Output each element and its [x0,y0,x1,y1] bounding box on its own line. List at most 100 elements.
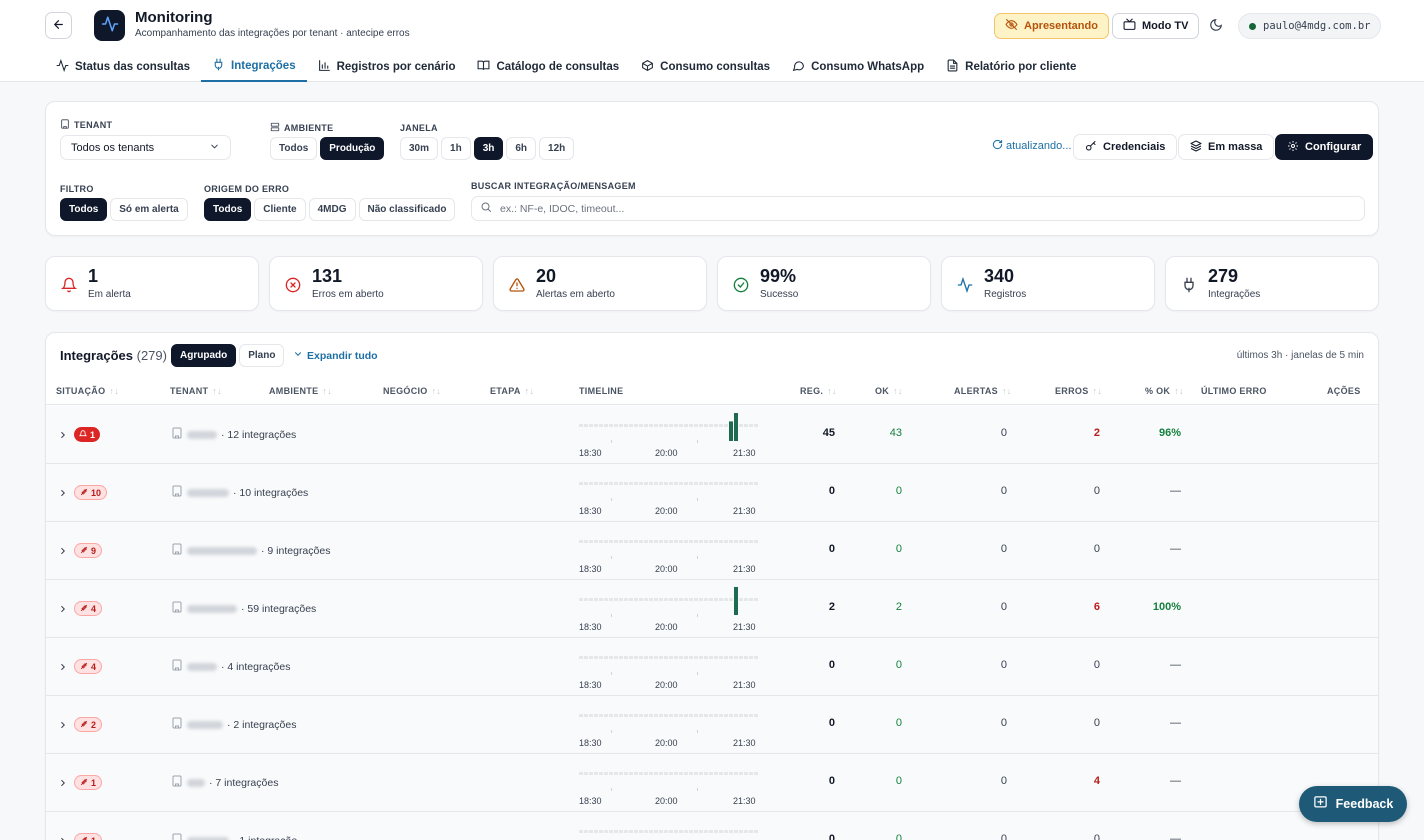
timeline-slot [669,424,673,427]
col-ok[interactable]: OK ↑↓ [875,386,903,396]
timeline-slot [754,540,758,543]
origem-option-cliente[interactable]: Cliente [254,198,306,221]
janela-option-30m[interactable]: 30m [400,137,439,160]
tab-consumo-whatsapp[interactable]: Consumo WhatsApp [781,52,935,82]
table-row[interactable]: 1 · 7 integrações 18:30 20:00 21:30 0 0 0 4 — [46,754,1378,812]
stat-card-alerta: 1 Em alerta [45,256,259,311]
timeline-slot [654,598,658,601]
chevron-right-icon[interactable] [58,603,68,617]
unplug-icon [80,778,88,788]
timeline-slot [624,714,628,717]
janela-option-3h[interactable]: 3h [473,137,504,160]
timeline-cell: 18:30 20:00 21:30 [579,469,759,517]
ambiente-option-producao[interactable]: Produção [320,137,385,160]
timeline-slot [699,540,703,543]
chevron-right-icon[interactable] [58,719,68,733]
origem-option-todos[interactable]: Todos [204,198,252,221]
timeline-slot [684,540,688,543]
book-icon [477,59,490,75]
timeline-slot [739,714,743,717]
col-ambiente[interactable]: AMBIENTE ↑↓ [269,386,332,396]
bar-chart-icon [318,59,331,75]
tab-catalogo-consultas[interactable]: Catálogo de consultas [466,52,630,82]
filtro-option-todos[interactable]: Todos [60,198,108,221]
chevron-right-icon[interactable] [58,545,68,559]
timeline-slot [739,424,743,427]
table-row[interactable]: 4 · 59 integrações 18:30 20:00 21:30 2 2 0 6 100% [46,580,1378,638]
tenant-name-redacted [187,662,217,671]
timeline-slot [719,540,723,543]
timeline-slot [679,714,683,717]
chevron-right-icon[interactable] [58,429,68,443]
plug-icon [1180,276,1198,294]
tab-label: Integrações [231,60,296,72]
timeline-slot [619,540,623,543]
chevron-right-icon[interactable] [58,661,68,675]
configure-button[interactable]: Configurar [1275,134,1374,160]
tenant-cell: · 10 integrações [171,485,308,500]
expand-all-label: Expandir tudo [307,349,378,362]
credentials-button[interactable]: Credenciais [1073,134,1178,160]
timeline-slot [669,830,673,833]
origem-option-4mdg[interactable]: 4MDG [308,198,356,221]
timeline-slot [744,830,748,833]
timeline-slot [614,598,618,601]
table-row[interactable]: 2 · 2 integrações 18:30 20:00 21:30 0 0 0 0 — [46,696,1378,754]
timeline-slot [604,482,608,485]
tab-integracoes[interactable]: Integrações [201,52,307,82]
timeline-slot [694,830,698,833]
chevron-right-icon[interactable] [58,487,68,501]
timeline-tick [697,614,698,617]
tv-mode-button[interactable]: Modo TV [1112,13,1200,39]
tab-relatorio-cliente[interactable]: Relatório por cliente [935,52,1087,82]
tab-registros-cenario[interactable]: Registros por cenário [307,52,467,82]
table-row[interactable]: 1 · 12 integrações 18:30 20:00 21:30 45 43 0 2 96… [46,406,1378,464]
timeline-slot [709,540,713,543]
tab-status-consultas[interactable]: Status das consultas [45,52,201,82]
main-nav: Status das consultas Integrações Registr… [45,52,1087,82]
search-input[interactable] [500,202,1356,215]
col-reg[interactable]: REG. ↑↓ [800,386,837,396]
timeline-slot [729,714,733,717]
timeline-sparkline [579,413,758,443]
janela-option-1h[interactable]: 1h [441,137,471,160]
timeline-tick-label: 18:30 [579,680,602,690]
mode-plano[interactable]: Plano [239,344,285,367]
col-etapa[interactable]: ETAPA ↑↓ [490,386,534,396]
expand-all-button[interactable]: Expandir tudo [293,349,378,362]
table-row[interactable]: 4 · 4 integrações 18:30 20:00 21:30 0 0 0 0 — [46,638,1378,696]
col-situacao[interactable]: SITUAÇÃO ↑↓ [56,386,119,396]
filtro-option-alerta[interactable]: Só em alerta [110,198,188,221]
timeline-tick [611,788,612,791]
timeline-slot [739,772,743,775]
col-tenant[interactable]: TENANT ↑↓ [170,386,222,396]
timeline-tick [697,788,698,791]
bulk-button[interactable]: Em massa [1178,134,1275,160]
col-negocio[interactable]: NEGÓCIO ↑↓ [383,386,441,396]
col-erros[interactable]: ERROS ↑↓ [1055,386,1102,396]
table-row[interactable]: 9 · 9 integrações 18:30 20:00 21:30 0 0 0 0 — [46,522,1378,580]
table-row[interactable]: 10 · 10 integrações 18:30 20:00 21:30 0 0 0 0 — [46,464,1378,522]
origem-option-nao-classificado[interactable]: Não classificado [358,198,456,221]
ambiente-option-todos[interactable]: Todos [270,137,318,160]
timeline-slot [699,714,703,717]
chevron-right-icon[interactable] [58,777,68,791]
search-field[interactable] [471,196,1365,221]
table-row[interactable]: 1 · 1 integração 18:3020:0021:30 0 0 0 0 — [46,812,1378,840]
mode-agrupado[interactable]: Agrupado [171,344,237,367]
col-alertas[interactable]: ALERTAS ↑↓ [954,386,1012,396]
tenant-select[interactable]: Todos os tenants [60,135,231,160]
presenting-button[interactable]: Apresentando [994,13,1109,39]
col-pct-ok[interactable]: % OK ↑↓ [1145,386,1184,396]
chevron-right-icon[interactable] [58,835,68,840]
timeline-slot [609,540,613,543]
feedback-button[interactable]: Feedback [1299,786,1407,822]
janela-option-12h[interactable]: 12h [539,137,575,160]
tab-consumo-consultas[interactable]: Consumo consultas [630,52,781,82]
user-menu[interactable]: paulo@4mdg.com.br [1238,13,1382,39]
janela-option-6h[interactable]: 6h [506,137,537,160]
back-button[interactable] [45,12,72,39]
theme-toggle[interactable] [1207,17,1225,35]
tenant-cell: · 7 integrações [171,775,278,790]
timeline-slot [629,830,633,833]
